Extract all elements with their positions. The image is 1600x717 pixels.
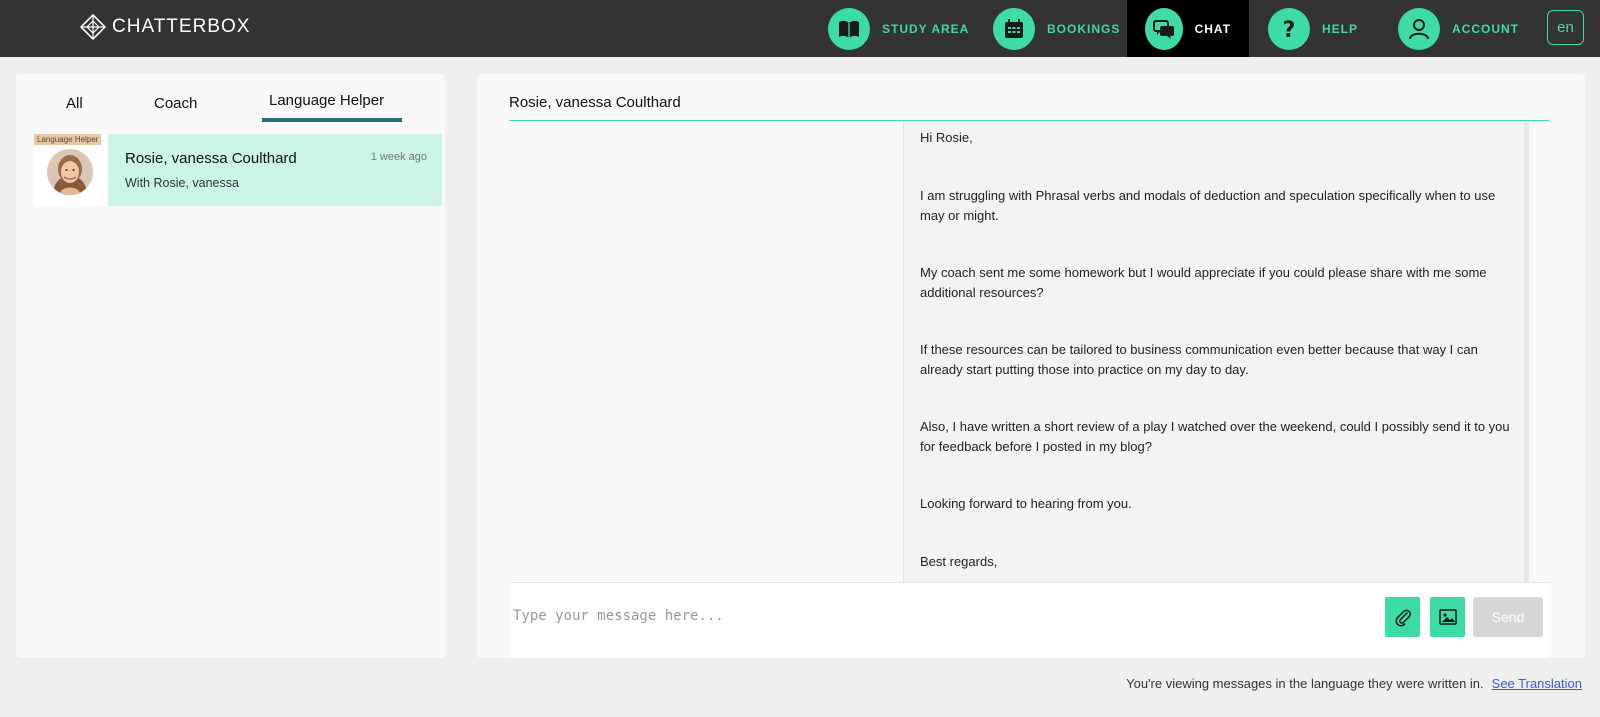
nav-bookings[interactable]: BOOKINGS (975, 0, 1138, 57)
image-icon (1438, 609, 1457, 625)
tab-all[interactable]: All (66, 95, 83, 112)
question-icon: ? (1268, 7, 1310, 50)
book-icon (828, 7, 870, 50)
message-bubble: Hi Rosie, I am struggling with Phrasal v… (903, 122, 1529, 586)
conversation-list-panel: All Coach Language Helper Language Helpe… (16, 74, 445, 658)
user-icon (1398, 7, 1440, 50)
message-paragraph: Best regards, (920, 554, 998, 569)
calendar-icon (993, 7, 1035, 50)
message-paragraph: I am struggling with Phrasal verbs and m… (920, 188, 1496, 223)
nav-help[interactable]: ? HELP (1250, 0, 1376, 57)
message-paragraph: If these resources can be tailored to bu… (920, 342, 1478, 377)
conversation-subtitle: With Rosie, vanessa (125, 176, 239, 190)
conversation-item[interactable]: Language Helper Rosie, vanessa Coulthard… (34, 134, 442, 206)
image-upload-button[interactable] (1430, 597, 1465, 637)
tab-language-helper[interactable]: Language Helper (269, 92, 384, 109)
svg-text:?: ? (1283, 18, 1296, 42)
nav-study-area[interactable]: STUDY AREA (810, 0, 987, 57)
nav-bookings-label: BOOKINGS (1047, 21, 1121, 36)
chat-title: Rosie, vanessa Coulthard (509, 94, 681, 111)
conversation-timestamp: 1 week ago (370, 151, 427, 163)
active-tab-indicator (262, 118, 402, 122)
nav-chat-label: CHAT (1194, 21, 1231, 36)
avatar (47, 149, 93, 195)
nav-account-label: ACCOUNT (1452, 21, 1519, 36)
role-tag: Language Helper (34, 134, 102, 145)
message-input[interactable] (513, 601, 1333, 631)
message-paragraph: Looking forward to hearing from you. (920, 496, 1132, 511)
brand-name: CHATTERBOX (112, 16, 251, 37)
chat-panel: Rosie, vanessa Coulthard Hi Rosie, I am … (477, 74, 1585, 658)
nav-help-label: HELP (1322, 21, 1359, 36)
see-translation-link[interactable]: See Translation (1492, 676, 1582, 691)
nav-chat[interactable]: CHAT (1127, 0, 1249, 57)
message-composer: Send (509, 582, 1549, 658)
logo-diamond-icon (80, 14, 106, 40)
brand-logo[interactable]: CHATTERBOX (80, 14, 250, 40)
message-paragraph: Also, I have written a short review of a… (920, 419, 1510, 454)
translation-note: You're viewing messages in the language … (1126, 676, 1582, 691)
attach-button[interactable] (1385, 597, 1420, 637)
language-selector[interactable]: en (1547, 10, 1584, 45)
top-nav-bar: CHATTERBOX STUDY AREA BOOKINGS CHAT ? HE… (0, 0, 1600, 57)
translation-note-text: You're viewing messages in the language … (1126, 676, 1484, 691)
nav-account[interactable]: ACCOUNT (1380, 0, 1537, 57)
message-paragraph: My coach sent me some homework but I wou… (920, 265, 1487, 300)
chat-icon (1145, 7, 1183, 50)
chat-header-divider (509, 120, 1549, 121)
paperclip-icon (1394, 609, 1411, 627)
conversation-name: Rosie, vanessa Coulthard (125, 150, 297, 167)
message-paragraph: Hi Rosie, (920, 130, 973, 145)
send-button[interactable]: Send (1473, 597, 1543, 637)
avatar-container: Language Helper (34, 134, 108, 206)
tab-coach[interactable]: Coach (154, 95, 197, 112)
nav-study-area-label: STUDY AREA (882, 21, 970, 36)
